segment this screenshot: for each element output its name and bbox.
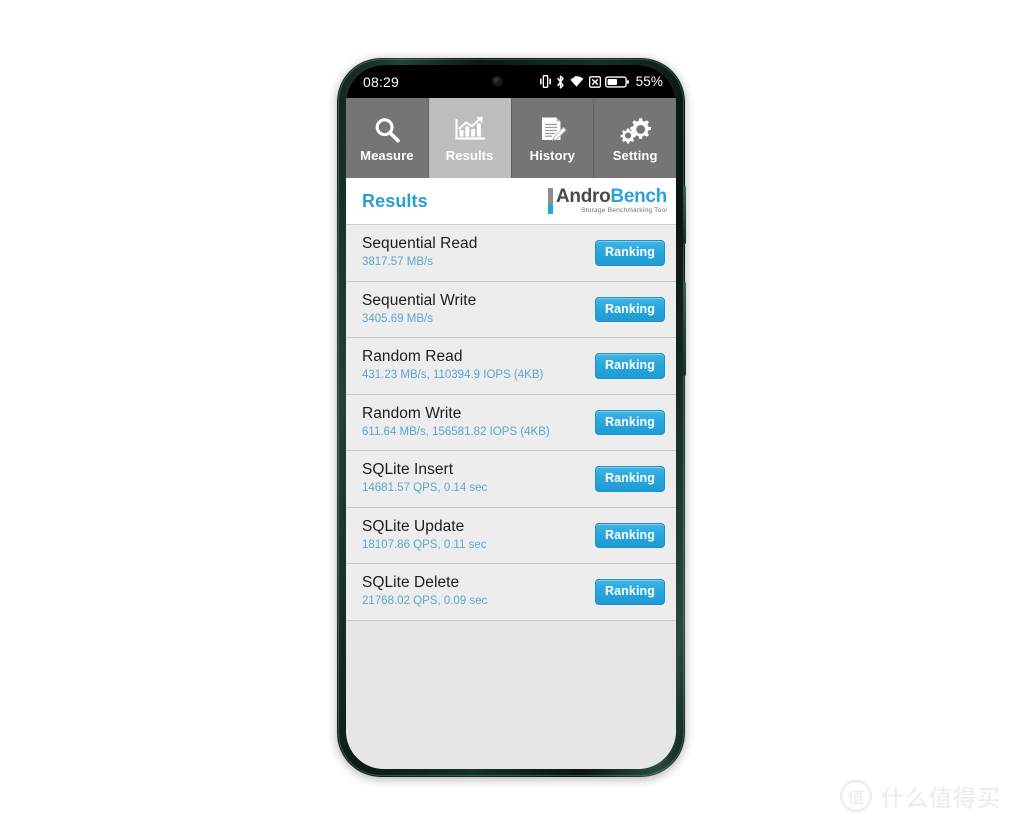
row-text-group: Sequential Read 3817.57 MB/s: [362, 235, 595, 270]
front-camera-icon: [492, 76, 503, 87]
row-value: 3405.69 MB/s: [362, 312, 433, 325]
tab-setting-label: Setting: [612, 148, 658, 163]
status-icon-group: 55%: [540, 74, 663, 89]
androbench-logo: AndroBench Storage Benchmarking Tool: [547, 187, 667, 215]
ranking-button[interactable]: Ranking: [594, 296, 665, 322]
wifi-icon: [569, 75, 584, 88]
logo-text-group: AndroBench Storage Benchmarking Tool: [556, 187, 667, 215]
tab-history-label: History: [529, 148, 576, 163]
tab-bar: Measure Results History Setting: [346, 98, 676, 178]
tab-history[interactable]: History: [511, 98, 595, 178]
row-text-group: SQLite Update 18107.86 QPS, 0.11 sec: [362, 518, 595, 553]
document-pen-icon: [537, 113, 568, 147]
table-row[interactable]: Sequential Read 3817.57 MB/s Ranking: [346, 225, 676, 282]
logo-tagline: Storage Benchmarking Tool: [581, 207, 667, 215]
table-row[interactable]: SQLite Delete 21768.02 QPS, 0.09 sec Ran…: [346, 564, 676, 621]
row-text-group: SQLite Insert 14681.57 QPS, 0.14 sec: [362, 461, 595, 496]
ranking-button[interactable]: Ranking: [594, 522, 665, 548]
logo-bar-icon: [547, 188, 553, 215]
bar-chart-icon: [454, 113, 486, 147]
row-title: SQLite Update: [362, 517, 465, 535]
tab-setting[interactable]: Setting: [594, 98, 676, 178]
page-title: Results: [362, 190, 428, 211]
logo-andro: Andro: [555, 186, 611, 208]
no-sim-icon: [588, 75, 601, 88]
battery-icon: [605, 75, 630, 88]
row-value: 611.64 MB/s, 156581.82 IOPS (4KB): [362, 425, 550, 438]
results-list[interactable]: Sequential Read 3817.57 MB/s Ranking Seq…: [346, 225, 676, 769]
power-button[interactable]: [683, 186, 686, 244]
row-text-group: SQLite Delete 21768.02 QPS, 0.09 sec: [362, 574, 595, 609]
row-value: 21768.02 QPS, 0.09 sec: [362, 595, 488, 608]
row-value: 14681.57 QPS, 0.14 sec: [362, 482, 488, 495]
bluetooth-icon: [556, 74, 565, 89]
row-value: 431.23 MB/s, 110394.9 IOPS (4KB): [362, 369, 544, 382]
phone-device: 08:29 55% Measure Results History Settin…: [337, 58, 686, 777]
table-row[interactable]: Random Read 431.23 MB/s, 110394.9 IOPS (…: [346, 338, 676, 395]
watermark-badge: 值: [840, 780, 872, 812]
ranking-button[interactable]: Ranking: [594, 240, 665, 266]
row-title: Random Read: [362, 348, 463, 366]
row-value: 3817.57 MB/s: [362, 256, 433, 269]
row-text-group: Random Read 431.23 MB/s, 110394.9 IOPS (…: [362, 348, 595, 383]
vibrate-icon: [540, 75, 552, 88]
ranking-button[interactable]: Ranking: [594, 353, 665, 379]
volume-button[interactable]: [683, 282, 686, 376]
logo-bench: Bench: [610, 186, 667, 208]
row-value: 18107.86 QPS, 0.11 sec: [362, 538, 487, 551]
gears-icon: [619, 113, 652, 147]
tab-results[interactable]: Results: [428, 98, 512, 178]
status-bar: 08:29 55%: [346, 65, 676, 98]
app-header: Results AndroBench Storage Benchmarking …: [346, 178, 676, 225]
row-title: Sequential Write: [362, 291, 477, 309]
logo-wordmark: AndroBench: [556, 187, 667, 206]
ranking-button[interactable]: Ranking: [594, 409, 665, 435]
watermark: 值 什么值得买: [840, 779, 1001, 813]
battery-percent-label: 55%: [635, 74, 663, 89]
table-row[interactable]: SQLite Update 18107.86 QPS, 0.11 sec Ran…: [346, 507, 676, 564]
tab-measure-label: Measure: [360, 148, 414, 163]
table-row[interactable]: SQLite Insert 14681.57 QPS, 0.14 sec Ran…: [346, 451, 676, 508]
watermark-text: 什么值得买: [881, 786, 1001, 812]
row-text-group: Random Write 611.64 MB/s, 156581.82 IOPS…: [362, 405, 595, 440]
row-title: Random Write: [362, 404, 462, 422]
ranking-button[interactable]: Ranking: [594, 579, 665, 605]
table-row[interactable]: Sequential Write 3405.69 MB/s Ranking: [346, 281, 676, 338]
row-title: SQLite Insert: [362, 461, 454, 479]
ranking-button[interactable]: Ranking: [594, 466, 665, 492]
table-row[interactable]: Random Write 611.64 MB/s, 156581.82 IOPS…: [346, 394, 676, 451]
tab-results-label: Results: [445, 148, 494, 163]
row-title: Sequential Read: [362, 235, 478, 253]
status-clock: 08:29: [363, 73, 400, 90]
tab-measure[interactable]: Measure: [346, 98, 429, 178]
row-text-group: Sequential Write 3405.69 MB/s: [362, 292, 595, 327]
magnifier-icon: [372, 113, 402, 147]
phone-screen: 08:29 55% Measure Results History Settin…: [346, 65, 676, 769]
row-title: SQLite Delete: [362, 574, 460, 592]
